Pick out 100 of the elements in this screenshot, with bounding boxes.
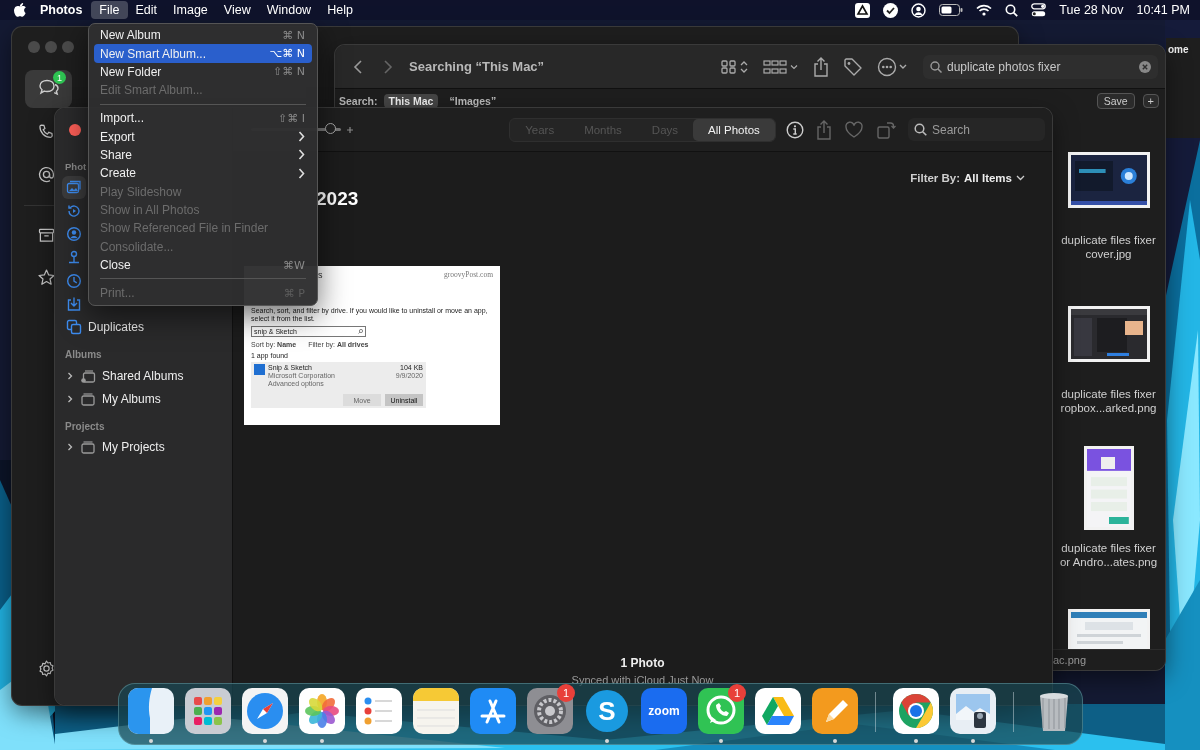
replay-icon: [66, 202, 82, 219]
disclosure-icon[interactable]: [66, 395, 74, 403]
sidebar-item[interactable]: My Projects: [62, 435, 222, 459]
notification-badge: 1: [557, 684, 575, 702]
menu-item[interactable]: New Album ⌘ N: [94, 26, 312, 45]
checkmark-icon[interactable]: [883, 2, 899, 18]
wordmark-icon[interactable]: zoom: [640, 688, 687, 734]
menu-bar-item[interactable]: View: [215, 1, 259, 19]
person-icon: [66, 226, 82, 243]
menu-item-label: Print...: [100, 286, 135, 301]
chevron-down-icon: [1016, 175, 1025, 181]
filter-label: Filter By:: [910, 172, 961, 184]
menu-item[interactable]: Import... ⇧⌘ I: [94, 108, 312, 128]
shortcut-text: ⌘ N: [282, 28, 305, 42]
menu-item[interactable]: Share: [94, 145, 312, 165]
app-menu[interactable]: Photos: [26, 3, 92, 17]
share-icon[interactable]: [813, 56, 829, 77]
file-name[interactable]: duplicate files fixer ropbox...arked.png: [1060, 387, 1157, 415]
letter-a-icon[interactable]: [469, 688, 516, 734]
tag-icon[interactable]: [843, 56, 863, 77]
sidebar-button[interactable]: [35, 267, 57, 288]
apple-logo-icon[interactable]: [14, 3, 26, 17]
menu-item[interactable]: Close ⌘W: [94, 256, 312, 275]
app-grid-icon[interactable]: [184, 688, 231, 734]
menu-bar-item[interactable]: Edit: [127, 1, 166, 19]
sidebar-item[interactable]: Duplicates: [62, 315, 222, 340]
filter-dropdown[interactable]: All Items: [964, 172, 1025, 184]
menu-bar-date[interactable]: Tue 28 Nov: [1059, 3, 1124, 17]
clock-icon: [66, 272, 82, 289]
info-icon[interactable]: [786, 120, 804, 139]
user-icon[interactable]: [911, 2, 927, 18]
more-icon[interactable]: [877, 56, 909, 77]
shortcut-text: ⌘W: [283, 258, 305, 272]
plus-icon[interactable]: [346, 125, 354, 134]
menu-item-label: Show Referenced File in Finder: [100, 221, 269, 236]
search-input[interactable]: duplicate photos fixer: [947, 59, 1134, 74]
menu-item-label: New Album: [100, 28, 161, 43]
menu-item-label: Play Slideshow: [100, 184, 182, 199]
notepad-icon[interactable]: [412, 688, 459, 734]
rotate-icon[interactable]: [876, 119, 896, 140]
menu-item[interactable]: Export: [94, 127, 312, 146]
menu-item[interactable]: New Folder ⇧⌘ N: [94, 62, 312, 82]
compass-icon[interactable]: [241, 688, 288, 734]
duplicate-icon: [66, 319, 82, 336]
phone-bubble-icon[interactable]: [697, 688, 744, 734]
disclosure-icon[interactable]: [66, 443, 74, 452]
scope-button[interactable]: “Images”: [444, 93, 502, 108]
search-input[interactable]: Search: [932, 122, 1032, 137]
menu-item-label: Create: [100, 166, 137, 181]
photo-viewer-icon[interactable]: [949, 688, 996, 734]
save-button[interactable]: Save: [1096, 92, 1135, 109]
menu-bar-clock[interactable]: 10:41 PM: [1136, 3, 1190, 17]
album-stack-icon: [80, 439, 96, 456]
date-heading: 2023: [316, 188, 360, 210]
add-button[interactable]: +: [1142, 93, 1159, 108]
group-view-icon[interactable]: [763, 58, 799, 75]
menu-item-label: Share: [100, 147, 133, 162]
sidebar-item[interactable]: My Albums: [62, 387, 222, 411]
menu-item-label: Consolidate...: [100, 239, 174, 254]
pen-icon[interactable]: [811, 688, 858, 734]
sidebar-item[interactable]: Shared Albums: [62, 364, 222, 388]
menu-bar-item[interactable]: Image: [165, 1, 216, 19]
scope-button[interactable]: This Mac: [383, 93, 439, 108]
search-icon: [914, 123, 927, 136]
grid-view-icon[interactable]: [721, 58, 749, 75]
file-name[interactable]: duplicate files fixer cover.jpg: [1061, 233, 1156, 261]
menu-bar-item[interactable]: Window: [258, 1, 320, 19]
search-field[interactable]: Search: [908, 118, 1045, 141]
menu-item-label: Import...: [100, 111, 144, 126]
search-icon[interactable]: [1005, 3, 1019, 17]
circle-segments-icon[interactable]: [892, 688, 939, 734]
album-stack-icon: [80, 391, 96, 407]
disclosure-icon[interactable]: [66, 371, 74, 380]
menu-bar-item[interactable]: File: [91, 1, 128, 19]
flower-icon[interactable]: [298, 688, 345, 734]
share-icon[interactable]: [816, 119, 832, 140]
file-name[interactable]: duplicate files fixer or Andro...ates.png: [1059, 541, 1158, 569]
menu-item[interactable]: Create: [94, 164, 312, 183]
path-bar-text: ac.png: [1053, 654, 1087, 666]
heart-icon[interactable]: [844, 120, 864, 139]
view-tab[interactable]: All Photos: [693, 118, 775, 141]
menu-bar-item[interactable]: Help: [319, 1, 361, 19]
wifi-icon[interactable]: [976, 4, 993, 16]
sidebar-item[interactable]: [62, 176, 86, 200]
pin-icon: [66, 249, 82, 266]
window-title: Searching “This Mac”: [409, 59, 545, 74]
menu-item[interactable]: New Smart Album... ⌥⌘ N: [94, 44, 312, 63]
checklist-icon[interactable]: [355, 688, 402, 734]
two-tone-square-icon[interactable]: [127, 688, 174, 734]
battery-icon[interactable]: [939, 4, 964, 16]
toggles-icon[interactable]: [1031, 3, 1047, 17]
close-button[interactable]: [69, 123, 81, 136]
menu-item-label: New Folder: [100, 64, 162, 79]
search-field[interactable]: duplicate photos fixer: [923, 54, 1158, 79]
section-header: Projects: [64, 419, 105, 434]
search-icon: [358, 329, 363, 334]
clear-icon[interactable]: [1139, 60, 1151, 73]
triangle-icon[interactable]: [855, 2, 871, 18]
shortcut-text: ⌥⌘ N: [269, 47, 305, 61]
gear-icon[interactable]: [526, 688, 573, 734]
